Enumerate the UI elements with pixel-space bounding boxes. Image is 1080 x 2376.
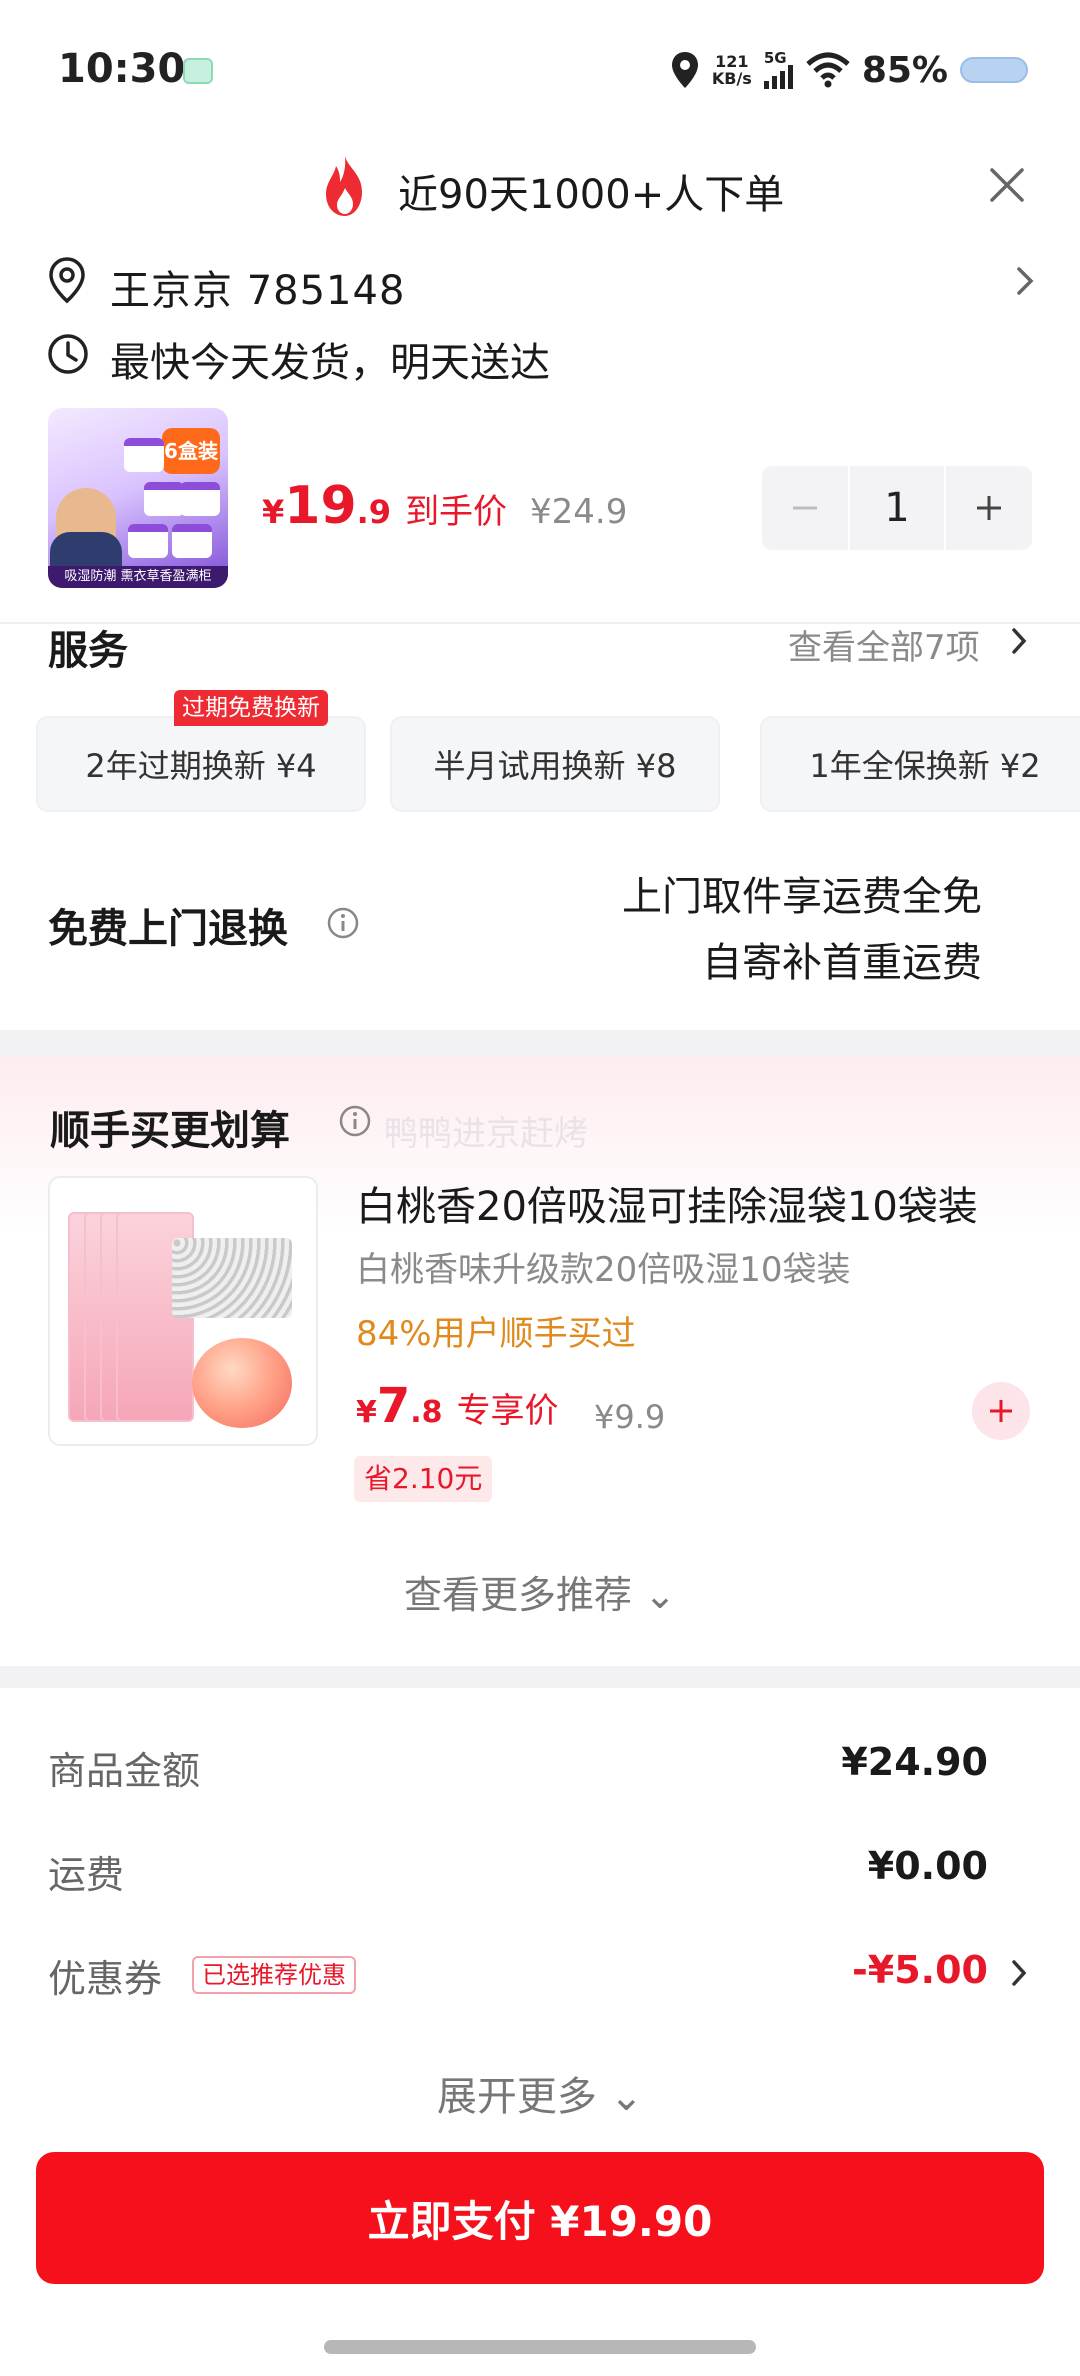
currency-symbol: ¥ xyxy=(356,1395,377,1430)
battery-icon xyxy=(960,57,1028,83)
product-thumbnail[interactable]: 6盒装 吸湿防潮 熏衣草香盈满柜 xyxy=(48,408,228,588)
shipping-text: 最快今天发货，明天送达 xyxy=(110,340,550,386)
fire-icon xyxy=(326,156,362,216)
price-label: 到手价 xyxy=(405,492,508,532)
section-gap xyxy=(0,1030,1080,1056)
expand-more-link[interactable]: 展开更多 ⌄ xyxy=(0,2064,1080,2122)
price-decimal: .8 xyxy=(410,1395,443,1430)
status-time: 10:30 xyxy=(58,46,186,92)
net-speed: 121 KB/s xyxy=(712,53,752,87)
view-all-services-link[interactable]: 查看全部7项 xyxy=(788,620,980,669)
coupon-label: 优惠券 xyxy=(48,1957,163,2001)
wifi-icon xyxy=(806,52,850,88)
returns-line-1: 上门取件享运费全免 xyxy=(622,874,982,920)
price-label: 专享价 xyxy=(456,1391,559,1431)
header-title: 近90天1000+人下单 xyxy=(398,172,785,218)
recommend-title: 顺手买更划算 xyxy=(50,1108,290,1154)
quantity-stepper: 1 xyxy=(762,466,1032,550)
service-card[interactable]: 半月试用换新 ¥8 xyxy=(390,716,720,812)
location-icon xyxy=(671,52,698,88)
recommend-original-price: ¥9.9 xyxy=(594,1398,666,1436)
thumb-jar xyxy=(128,524,168,558)
net-speed-value: 121 xyxy=(715,52,749,71)
service-card[interactable]: 2年过期换新 ¥4 xyxy=(36,716,366,812)
beads-texture xyxy=(172,1238,292,1318)
address-row[interactable]: 王京京 785148 xyxy=(0,250,1080,316)
status-indicators: 121 KB/s 5G 85% xyxy=(670,48,1028,92)
goods-amount-label: 商品金额 xyxy=(48,1749,201,1793)
home-indicator[interactable] xyxy=(324,2340,756,2354)
minus-icon xyxy=(793,506,817,510)
goods-amount-row: 商品金额 ¥24.90 xyxy=(0,1730,1080,1800)
coupon-tag: 已选推荐优惠 xyxy=(192,1956,356,1994)
recommend-section: 顺手买更划算 鸭鸭进京赶烤 白桃香20倍吸湿可挂除湿袋10袋装 白桃香味升级款2… xyxy=(0,1056,1080,1666)
signal-icon xyxy=(763,65,793,89)
freight-value: ¥0.00 xyxy=(867,1844,988,1888)
freight-row: 运费 ¥0.00 xyxy=(0,1834,1080,1904)
decrease-button[interactable] xyxy=(762,466,848,550)
watermark-text: 鸭鸭进京赶烤 xyxy=(384,1114,588,1154)
shipping-row: 最快今天发货，明天送达 xyxy=(0,322,1080,388)
plus-icon xyxy=(977,496,1001,520)
address-name-code: 王京京 785148 xyxy=(110,268,406,314)
thumb-jar xyxy=(144,482,184,516)
plus-icon xyxy=(990,1400,1012,1422)
returns-line-2: 自寄补首重运费 xyxy=(702,940,982,986)
save-badge: 省2.10元 xyxy=(354,1456,493,1502)
info-icon[interactable] xyxy=(338,1104,372,1138)
network-type: 5G xyxy=(763,49,787,67)
product-price: ¥ 19 .9 到手价 xyxy=(262,476,507,536)
net-speed-unit: KB/s xyxy=(711,69,752,88)
thumb-shirt xyxy=(50,532,122,566)
coupon-value: -¥5.00 xyxy=(852,1948,988,1992)
recommend-price: ¥ 7 .8 专享价 xyxy=(356,1378,559,1434)
currency-symbol: ¥ xyxy=(262,493,285,531)
app-notification-icon xyxy=(183,58,213,84)
battery-level: 85% xyxy=(861,49,948,91)
returns-title: 免费上门退换 xyxy=(48,906,288,952)
recommend-item-subtitle: 白桃香味升级款20倍吸湿10袋装 xyxy=(356,1250,851,1290)
recommend-product-image[interactable] xyxy=(48,1176,318,1446)
clock-icon xyxy=(48,334,88,374)
original-price: ¥24.9 xyxy=(530,492,628,532)
pay-now-button[interactable]: 立即支付 ¥19.90 xyxy=(36,2152,1044,2284)
product-row: 6盒装 吸湿防潮 熏衣草香盈满柜 ¥ 19 .9 到手价 ¥24.9 1 xyxy=(0,400,1080,600)
price-integer: 19 xyxy=(284,476,357,536)
increase-button[interactable] xyxy=(946,466,1032,550)
price-integer: 7 xyxy=(376,1378,411,1434)
quantity-value[interactable]: 1 xyxy=(850,466,944,550)
chevron-right-icon[interactable] xyxy=(1008,1958,1030,1988)
location-pin-icon xyxy=(49,257,85,304)
recommend-item-name[interactable]: 白桃香20倍吸湿可挂除湿袋10袋装 xyxy=(356,1174,978,1232)
thumb-jar xyxy=(180,482,220,516)
peach-shape xyxy=(192,1338,292,1428)
service-badge: 过期免费换新 xyxy=(174,690,328,726)
service-cards: 2年过期换新 ¥4 半月试用换新 ¥8 1年全保换新 ¥2 xyxy=(36,716,1080,816)
freight-label: 运费 xyxy=(48,1853,125,1897)
price-decimal: .9 xyxy=(356,493,392,531)
service-card[interactable]: 1年全保换新 ¥2 xyxy=(760,716,1080,812)
coupon-row[interactable]: 优惠券 已选推荐优惠 -¥5.00 xyxy=(0,1938,1080,2008)
popup-header: 近90天1000+人下单 xyxy=(0,140,1080,240)
section-gap xyxy=(0,1666,1080,1688)
info-icon[interactable] xyxy=(326,906,360,940)
goods-amount-value: ¥24.90 xyxy=(841,1740,988,1784)
services-title: 服务 xyxy=(48,628,128,674)
chevron-right-icon[interactable] xyxy=(1008,626,1030,656)
thumb-badge: 6盒装 xyxy=(162,428,220,474)
signal-group: 5G xyxy=(763,49,794,89)
add-to-order-button[interactable] xyxy=(972,1382,1030,1440)
thumb-jar xyxy=(172,524,212,558)
view-more-recommend-link[interactable]: 查看更多推荐 ⌄ xyxy=(0,1564,1080,1619)
chevron-right-icon[interactable] xyxy=(1012,264,1038,298)
recommend-item-percent: 84%用户顺手买过 xyxy=(356,1314,636,1354)
thumb-jar xyxy=(124,438,164,472)
close-icon[interactable] xyxy=(984,162,1030,208)
status-bar: 10:30 121 KB/s 5G 85% xyxy=(0,0,1080,140)
thumb-banner: 吸湿防潮 熏衣草香盈满柜 xyxy=(48,566,228,588)
